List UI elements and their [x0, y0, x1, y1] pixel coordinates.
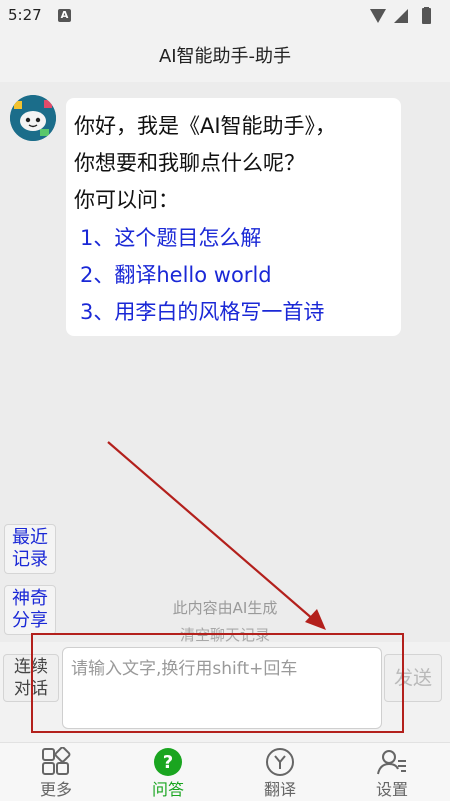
continuous-dialog-label: 对话 [14, 679, 48, 699]
ai-generated-notice: 此内容由AI生成 [172, 599, 278, 617]
suggestion-link[interactable]: 1、这个题目怎么解 [80, 222, 261, 252]
tab-translate[interactable]: 翻译 [224, 743, 336, 801]
suggestion-link[interactable]: 2、翻译hello world [80, 259, 272, 289]
notification-a-icon: A [58, 9, 71, 22]
tab-more[interactable]: 更多 [0, 743, 112, 801]
recent-records-label: 记录 [12, 549, 48, 570]
bot-avatar [10, 95, 56, 141]
status-icons [370, 7, 431, 24]
status-bar: 5:27 A [0, 0, 450, 32]
bot-message-bubble: 你好，我是《AI智能助手》， 你想要和我聊点什么呢？ 你可以问： 1、这个题目怎… [66, 98, 401, 336]
signal-icon [394, 9, 408, 23]
recent-records-button[interactable]: 最近 记录 [4, 524, 56, 574]
bot-message-line: 你好，我是《AI智能助手》， [74, 114, 337, 138]
recent-records-label: 最近 [12, 527, 48, 548]
send-button[interactable]: 发送 [384, 654, 442, 702]
bot-message-line: 你想要和我聊点什么呢？ [74, 151, 305, 175]
status-time: 5:27 [8, 6, 42, 24]
page-title: AI智能助手-助手 [0, 32, 450, 82]
wifi-icon [370, 9, 386, 23]
bot-message-line: 你可以问： [74, 188, 179, 212]
grid-icon [42, 747, 71, 775]
question-icon: ? [154, 748, 182, 776]
continuous-dialog-label: 连续 [14, 657, 48, 677]
message-input[interactable] [63, 648, 381, 728]
suggestion-link[interactable]: 3、用李白的风格写一首诗 [80, 296, 324, 326]
translate-icon [266, 748, 294, 776]
tab-qa[interactable]: ? 问答 [112, 743, 224, 801]
svg-text:?: ? [163, 752, 173, 773]
message-input-box[interactable] [62, 647, 382, 729]
tab-label: 翻译 [263, 780, 296, 799]
user-settings-icon [377, 750, 406, 775]
bottom-tab-bar: 更多 ? 问答 翻译 设置 [0, 742, 450, 801]
continuous-dialog-button[interactable]: 连续 对话 [3, 654, 59, 702]
robot-icon [10, 95, 56, 141]
battery-icon [422, 8, 431, 24]
tab-label: 问答 [151, 780, 184, 799]
tab-settings[interactable]: 设置 [336, 743, 448, 801]
tab-label: 更多 [39, 780, 72, 799]
tab-label: 设置 [375, 780, 408, 799]
